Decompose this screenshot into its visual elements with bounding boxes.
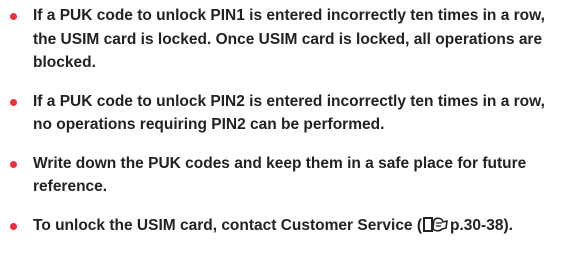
list-item-text: If a PUK code to unlock PIN1 is entered … (33, 7, 545, 71)
list-item: If a PUK code to unlock PIN1 is entered … (10, 4, 560, 75)
document-page: If a PUK code to unlock PIN1 is entered … (0, 0, 568, 279)
bullet-dot-icon (10, 222, 17, 230)
list-item-text: If a PUK code to unlock PIN2 is entered … (33, 92, 545, 134)
page-reference-link[interactable]: p.30-38 (450, 217, 503, 234)
list-item-text-before: To unlock the USIM card, contact Custome… (33, 216, 423, 234)
bullet-list: If a PUK code to unlock PIN1 is entered … (10, 4, 560, 256)
bullet-dot-icon (10, 13, 17, 20)
list-item-text: Write down the PUK codes and keep them i… (33, 154, 527, 196)
list-item-text-after: ). (503, 216, 513, 234)
list-item: If a PUK code to unlock PIN2 is entered … (10, 90, 560, 137)
list-item: To unlock the USIM card, contact Custome… (10, 214, 560, 242)
bullet-dot-icon (10, 98, 17, 106)
page-reference-icon (423, 216, 449, 242)
bullet-dot-icon (10, 160, 17, 168)
list-item: Write down the PUK codes and keep them i… (10, 152, 560, 199)
